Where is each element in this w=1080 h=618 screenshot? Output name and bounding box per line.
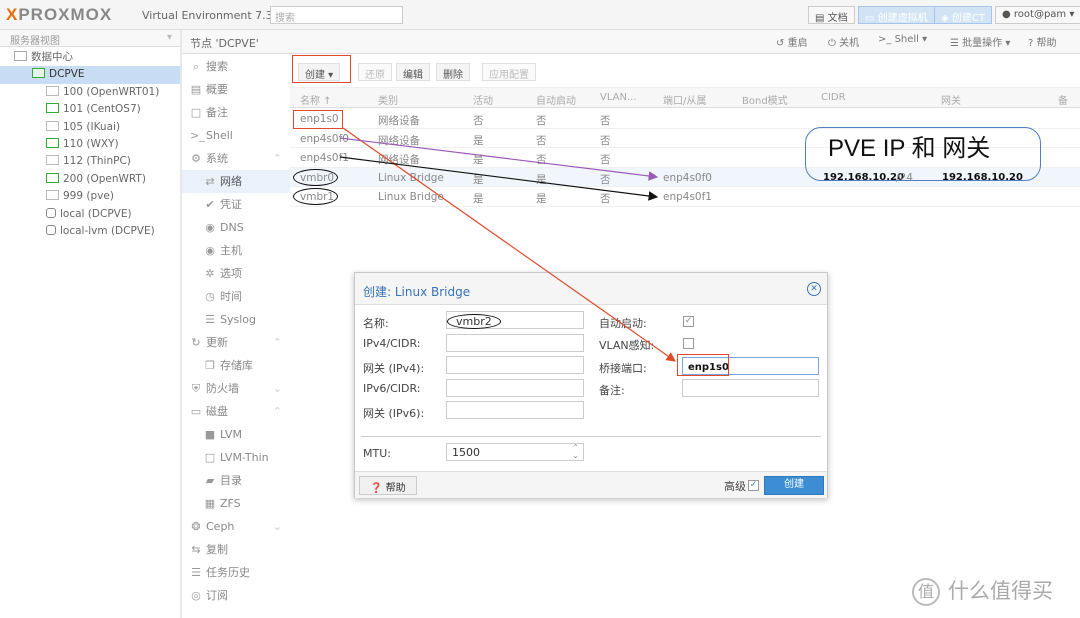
annotation-arrows [339,127,676,362]
arrow-enp4s0f1-to-vmbr1 [339,156,659,201]
arrow-enp1s0-to-ports [342,127,676,362]
watermark: 值什么值得买 [912,575,1053,606]
arrow-enp4s0f0-to-vmbr0 [339,137,659,181]
watermark-logo: 值 [912,578,940,606]
